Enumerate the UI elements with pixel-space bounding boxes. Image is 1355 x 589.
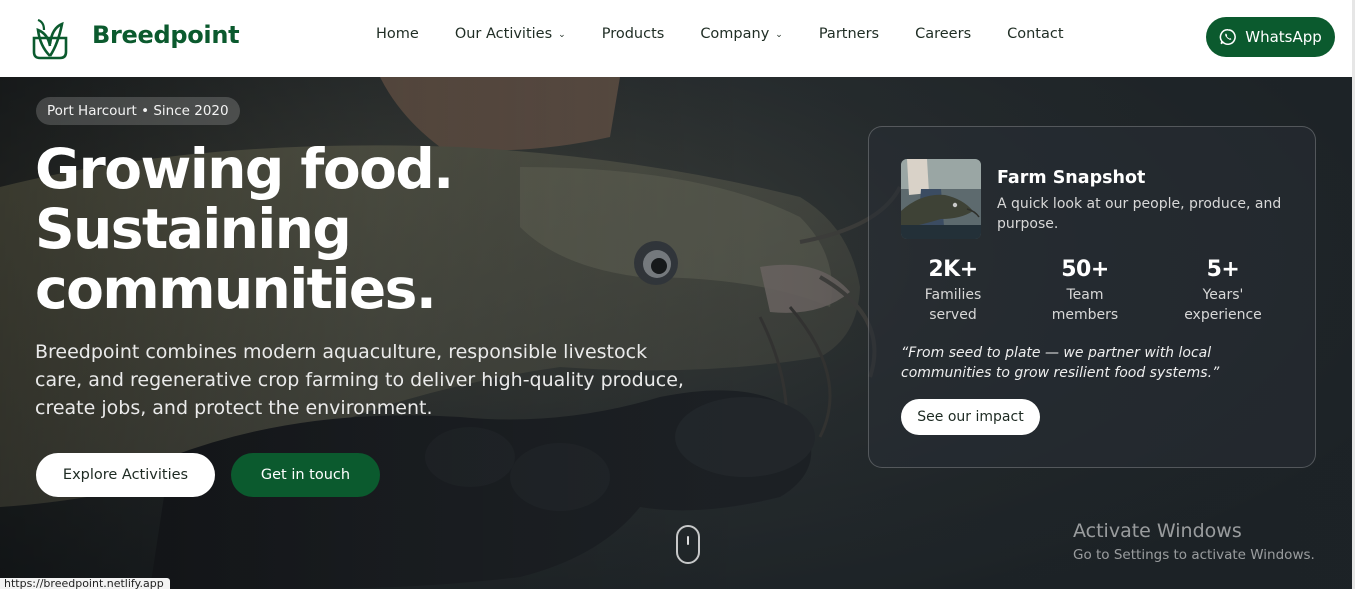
stat-years: 5+ Years' experience [1163, 257, 1283, 325]
nav-label: Company [700, 26, 770, 42]
hero-headline: Growing food. Sustaining communities. [35, 139, 555, 319]
main-nav: Home Our Activities ⌄ Products Company ⌄ P… [376, 26, 1100, 42]
stat-value: 2K+ [928, 257, 978, 282]
link-status-bar: https://breedpoint.netlify.app [0, 578, 170, 589]
location-tag: Port Harcourt • Since 2020 [36, 97, 240, 125]
stat-label: Team members [1051, 287, 1119, 323]
nav-products[interactable]: Products [602, 26, 665, 42]
nav-home[interactable]: Home [376, 26, 419, 42]
stat-value: 50+ [1061, 257, 1109, 282]
chevron-down-icon: ⌄ [558, 30, 566, 40]
whatsapp-icon [1219, 29, 1237, 45]
stat-label: Families served [924, 287, 982, 323]
activate-title: Activate Windows [1073, 520, 1242, 542]
stat-families: 2K+ Families served [893, 257, 1013, 325]
nav-label: Partners [818, 26, 880, 42]
leaf-logo-icon[interactable] [30, 16, 70, 60]
nav-company[interactable]: Company ⌄ [700, 26, 783, 42]
nav-partners[interactable]: Partners [819, 26, 879, 42]
brand-name[interactable]: Breedpoint [92, 21, 240, 49]
hero-description: Breedpoint combines modern aquaculture, … [35, 341, 684, 419]
card-title: Farm Snapshot [997, 168, 1146, 188]
hero-section: Port Harcourt • Since 2020 Growing food.… [0, 77, 1352, 589]
nav-label: Home [376, 26, 419, 42]
nav-label: Careers [915, 26, 972, 42]
activate-subtitle: Go to Settings to activate Windows. [1073, 547, 1315, 563]
nav-careers[interactable]: Careers [915, 26, 971, 42]
headline-line: Growing food. [35, 137, 454, 201]
headline-line: communities. [35, 257, 437, 321]
chevron-down-icon: ⌄ [775, 30, 783, 40]
farm-snapshot-card: Farm Snapshot A quick look at our people… [868, 126, 1316, 468]
get-in-touch-button[interactable]: Get in touch [231, 453, 380, 497]
farm-thumbnail-image [901, 159, 981, 239]
scroll-mouse-icon[interactable] [676, 525, 700, 564]
nav-label: Contact [1007, 26, 1064, 42]
nav-label: Our Activities [454, 26, 553, 42]
headline-line: Sustaining [35, 197, 352, 261]
status-url: https://breedpoint.netlify.app [4, 578, 164, 589]
nav-label: Products [601, 26, 665, 42]
nav-our-activities[interactable]: Our Activities ⌄ [455, 26, 566, 42]
stat-label: Years' experience [1184, 287, 1262, 323]
whatsapp-label: WhatsApp [1245, 28, 1322, 46]
site-header: Breedpoint Home Our Activities ⌄ Products… [0, 0, 1355, 77]
windows-activation-watermark: Activate Windows Go to Settings to activ… [1073, 519, 1315, 565]
card-quote: “From seed to plate — we partner with lo… [901, 345, 1220, 381]
see-impact-button[interactable]: See our impact [901, 399, 1040, 435]
stat-team: 50+ Team members [1025, 257, 1145, 325]
card-subtitle: A quick look at our people, produce, and… [997, 196, 1282, 232]
explore-activities-button[interactable]: Explore Activities [36, 453, 215, 497]
nav-contact[interactable]: Contact [1007, 26, 1063, 42]
whatsapp-button[interactable]: WhatsApp [1206, 17, 1335, 57]
stat-value: 5+ [1206, 257, 1240, 282]
